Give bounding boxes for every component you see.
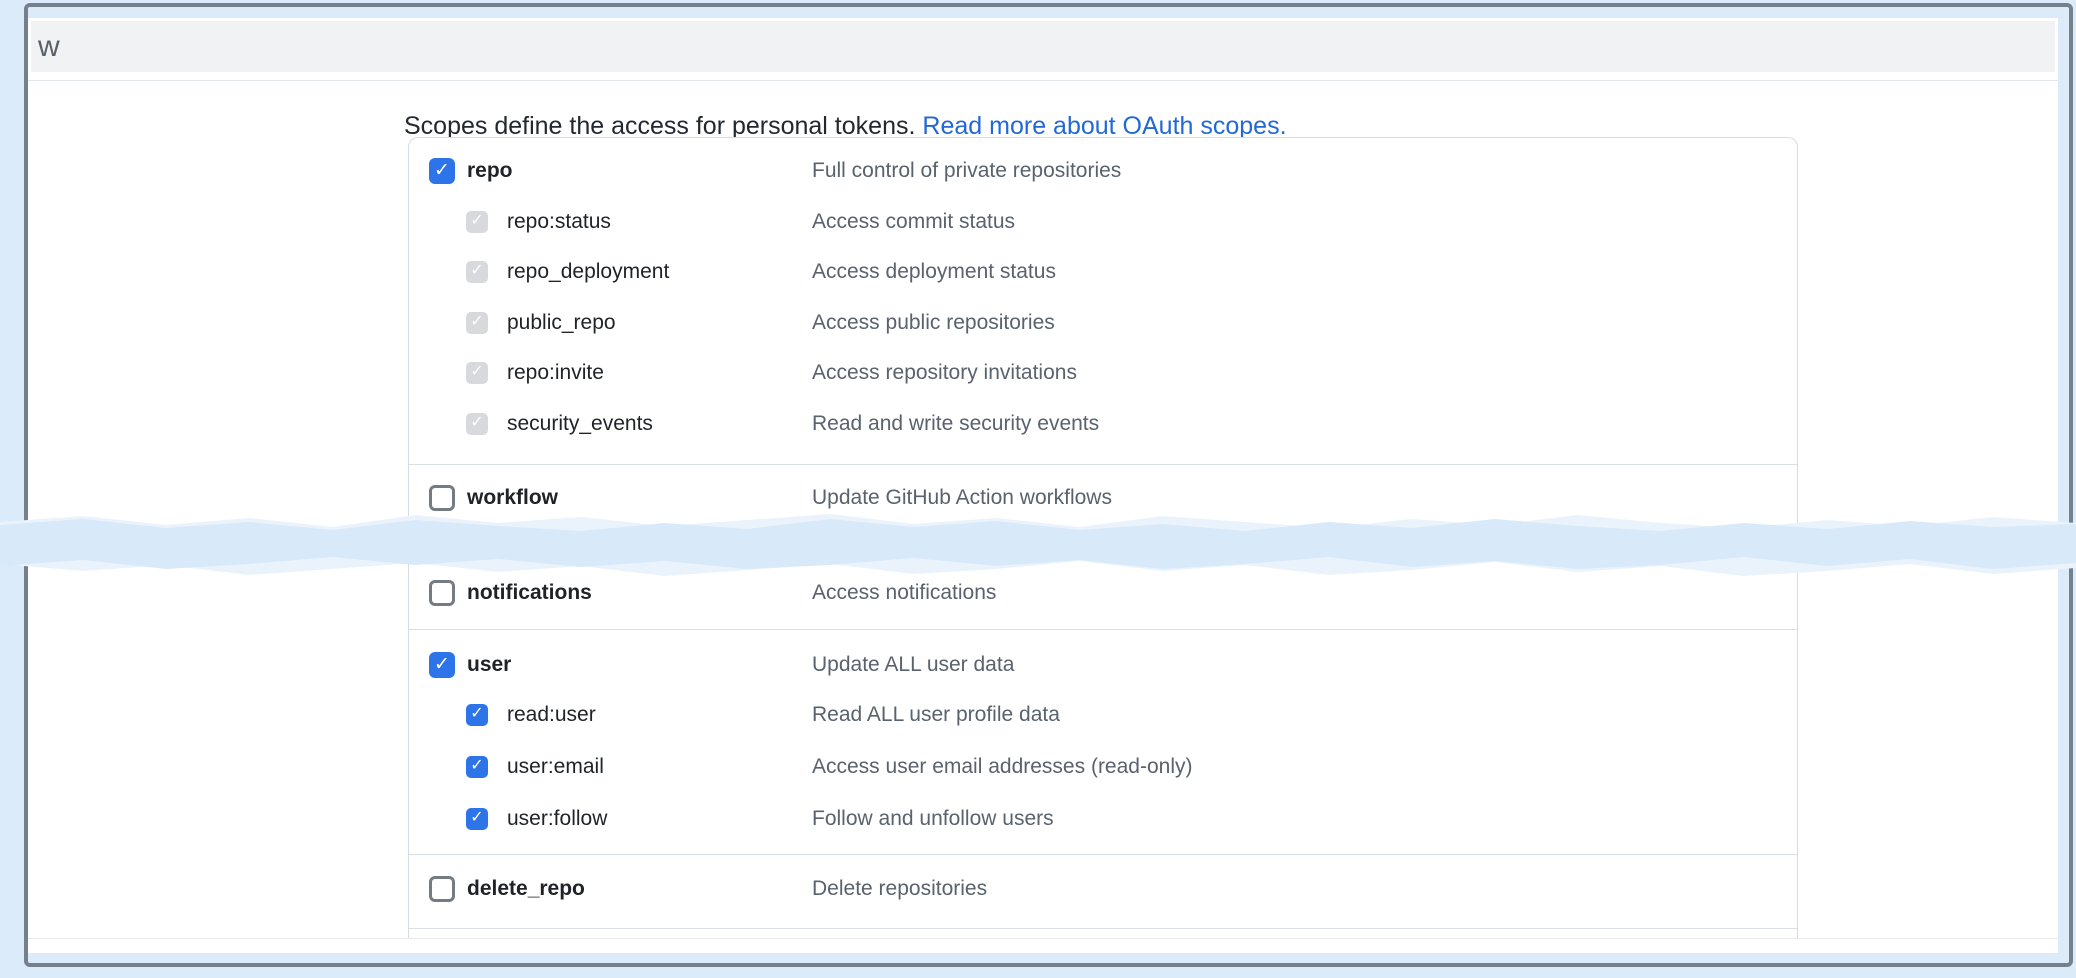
content-surface: Scopes define the access for personal to… <box>28 18 2058 953</box>
check-icon: ✓ <box>470 364 483 380</box>
scope-row-repo-invite: ✓ repo:invite Access repository invitati… <box>409 360 1797 386</box>
checkbox-repo-status: ✓ <box>466 211 488 233</box>
scope-name[interactable]: workflow <box>467 485 558 511</box>
scope-description: Read ALL user profile data <box>812 702 1060 728</box>
scope-name[interactable]: read:user <box>507 702 596 728</box>
checkbox-notifications[interactable] <box>429 580 455 606</box>
scope-row-repo-deployment: ✓ repo_deployment Access deployment stat… <box>409 259 1797 285</box>
scope-description: Access repository invitations <box>812 360 1077 386</box>
check-icon: ✓ <box>434 161 450 180</box>
scope-name[interactable]: notifications <box>467 580 592 606</box>
scope-description: Access commit status <box>812 209 1015 235</box>
checkbox-public-repo: ✓ <box>466 312 488 334</box>
check-icon: ✓ <box>470 706 483 722</box>
scope-description: Follow and unfollow users <box>812 806 1054 832</box>
checkbox-user-email[interactable]: ✓ <box>466 756 488 778</box>
scope-row-notifications: notifications Access notifications <box>409 580 1797 606</box>
scope-name: security_events <box>507 411 653 437</box>
intro-text: Scopes define the access for personal to… <box>404 112 915 140</box>
group-divider <box>409 854 1797 855</box>
checkbox-delete-repo[interactable] <box>429 876 455 902</box>
scope-description: Access public repositories <box>812 310 1055 336</box>
oauth-scopes-link[interactable]: Read more about OAuth scopes. <box>922 112 1286 140</box>
scope-name[interactable]: repo <box>467 158 513 184</box>
group-divider <box>409 464 1797 465</box>
scope-description: Update GitHub Action workflows <box>812 485 1112 511</box>
app-window: Scopes define the access for personal to… <box>24 3 2073 967</box>
check-icon: ✓ <box>470 758 483 774</box>
checkbox-security-events: ✓ <box>466 413 488 435</box>
scope-row-public-repo: ✓ public_repo Access public repositories <box>409 310 1797 336</box>
checkbox-repo[interactable]: ✓ <box>429 158 455 184</box>
scope-description: Read and write security events <box>812 411 1099 437</box>
scope-description: Full control of private repositories <box>812 158 1121 184</box>
scope-row-user: ✓ user Update ALL user data <box>409 652 1797 678</box>
scope-row-delete-repo: delete_repo Delete repositories <box>409 876 1797 902</box>
scope-description: Access notifications <box>812 580 996 606</box>
scope-name: public_repo <box>507 310 616 336</box>
scope-row-security-events: ✓ security_events Read and write securit… <box>409 411 1797 437</box>
checkbox-repo-deployment: ✓ <box>466 261 488 283</box>
scope-name[interactable]: user <box>467 652 511 678</box>
check-icon: ✓ <box>470 263 483 279</box>
content-bottom-divider <box>28 938 2058 939</box>
scope-row-repo: ✓ repo Full control of private repositor… <box>409 158 1797 184</box>
scope-row-workflow: workflow Update GitHub Action workflows <box>409 485 1797 511</box>
scope-name[interactable]: user:email <box>507 754 604 780</box>
scope-name[interactable]: user:follow <box>507 806 607 832</box>
scope-row-repo-status: ✓ repo:status Access commit status <box>409 209 1797 235</box>
check-icon: ✓ <box>470 810 483 826</box>
scope-name: repo:status <box>507 209 611 235</box>
group-divider <box>409 629 1797 630</box>
check-icon: ✓ <box>470 415 483 431</box>
scope-name: repo:invite <box>507 360 604 386</box>
topbar-divider <box>28 80 2058 81</box>
scope-description: Access deployment status <box>812 259 1056 285</box>
checkbox-workflow[interactable] <box>429 485 455 511</box>
check-icon: ✓ <box>470 314 483 330</box>
scope-description: Update ALL user data <box>812 652 1014 678</box>
checkbox-user[interactable]: ✓ <box>429 652 455 678</box>
checkbox-read-user[interactable]: ✓ <box>466 704 488 726</box>
scope-row-user-email: ✓ user:email Access user email addresses… <box>409 754 1797 780</box>
checkbox-user-follow[interactable]: ✓ <box>466 808 488 830</box>
check-icon: ✓ <box>434 655 450 674</box>
group-divider <box>409 928 1797 929</box>
scopes-list: ✓ repo Full control of private repositor… <box>408 137 1798 939</box>
note-input[interactable] <box>31 21 2055 72</box>
scope-description: Delete repositories <box>812 876 987 902</box>
scope-row-user-follow: ✓ user:follow Follow and unfollow users <box>409 806 1797 832</box>
scope-name[interactable]: delete_repo <box>467 876 585 902</box>
check-icon: ✓ <box>470 213 483 229</box>
checkbox-repo-invite: ✓ <box>466 362 488 384</box>
scope-name: repo_deployment <box>507 259 669 285</box>
page-background: Scopes define the access for personal to… <box>0 0 2076 978</box>
scope-description: Access user email addresses (read-only) <box>812 754 1192 780</box>
scope-row-read-user: ✓ read:user Read ALL user profile data <box>409 702 1797 728</box>
